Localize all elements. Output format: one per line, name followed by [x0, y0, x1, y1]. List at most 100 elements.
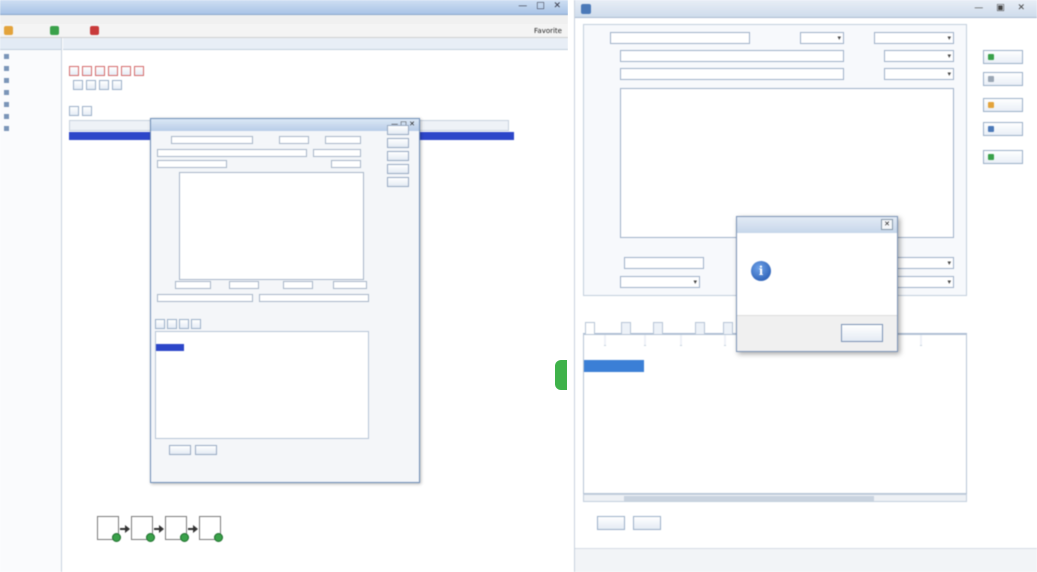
- flow-step[interactable]: [199, 516, 223, 542]
- dialog-side-button[interactable]: [387, 164, 409, 174]
- check-icon: [146, 533, 155, 542]
- dialog-bottom-button[interactable]: [169, 445, 191, 455]
- place-field[interactable]: [620, 68, 844, 80]
- table-row[interactable]: [584, 361, 966, 371]
- dialog-side-button[interactable]: [387, 125, 409, 135]
- filter-button[interactable]: [73, 80, 83, 90]
- recorder-field[interactable]: [229, 281, 259, 289]
- action-button[interactable]: [69, 66, 79, 76]
- filter-button[interactable]: [86, 80, 96, 90]
- filter-button[interactable]: [99, 80, 109, 90]
- owner-select[interactable]: [884, 68, 954, 80]
- start-date[interactable]: [620, 276, 700, 288]
- side-action-button[interactable]: [983, 50, 1023, 64]
- table-row[interactable]: [584, 400, 966, 410]
- table-row[interactable]: [584, 426, 966, 436]
- sidebar-item[interactable]: [0, 110, 61, 122]
- sidebar-item[interactable]: [0, 50, 61, 62]
- left-window-controls[interactable]: — □ ✕: [518, 1, 564, 11]
- flow-step[interactable]: [165, 516, 189, 542]
- dialog-side-button[interactable]: [387, 177, 409, 187]
- side-action-button[interactable]: [983, 122, 1023, 136]
- detail-tab[interactable]: [653, 322, 663, 334]
- end-date[interactable]: [333, 281, 367, 289]
- action-button[interactable]: [95, 66, 105, 76]
- right-window-controls[interactable]: — ▣ ✕: [974, 3, 1030, 13]
- grid-column-header: [680, 335, 682, 346]
- flow-step[interactable]: [131, 516, 155, 542]
- dept-select[interactable]: [313, 149, 361, 157]
- table-row[interactable]: [584, 439, 966, 449]
- dialog-tab[interactable]: [179, 319, 189, 329]
- owner-select[interactable]: [331, 160, 361, 168]
- dialog-tab[interactable]: [191, 319, 201, 329]
- participants-grid: [583, 334, 967, 494]
- name-field[interactable]: [620, 50, 844, 62]
- dialog-side-button[interactable]: [387, 151, 409, 161]
- grid-tabs: [69, 106, 92, 116]
- horizontal-scrollbar[interactable]: [583, 494, 967, 502]
- side-action-button[interactable]: [983, 72, 1023, 86]
- left-title-bar: — □ ✕: [0, 0, 568, 15]
- sidebar-list: [0, 50, 61, 134]
- grid-action-button[interactable]: [633, 516, 661, 530]
- type-select[interactable]: [800, 32, 844, 44]
- grid-action-button[interactable]: [597, 516, 625, 530]
- end-datetime[interactable]: [259, 294, 369, 302]
- dialog-tab[interactable]: [155, 319, 165, 329]
- detail-tab[interactable]: [695, 322, 705, 334]
- status-select[interactable]: [874, 32, 954, 44]
- status-select[interactable]: [325, 136, 361, 144]
- dept-select[interactable]: [884, 50, 954, 62]
- number-field[interactable]: [171, 136, 253, 144]
- host-field[interactable]: [624, 257, 704, 269]
- type-select[interactable]: [279, 136, 309, 144]
- folder-icon: [4, 113, 9, 119]
- content-text[interactable]: [179, 172, 364, 280]
- grid-tab[interactable]: [69, 106, 79, 116]
- detail-tab[interactable]: [723, 322, 733, 334]
- number-field[interactable]: [610, 32, 750, 44]
- message-box-title-bar: ✕: [737, 217, 897, 233]
- location-field[interactable]: [157, 160, 227, 168]
- action-button[interactable]: [121, 66, 131, 76]
- start-datetime[interactable]: [157, 294, 253, 302]
- grid-selection: [156, 344, 184, 351]
- dialog-side-button[interactable]: [387, 138, 409, 148]
- sidebar-item[interactable]: [0, 74, 61, 86]
- refresh-button[interactable]: [4, 26, 15, 35]
- folder-icon: [4, 101, 9, 107]
- table-row[interactable]: [584, 413, 966, 423]
- green-side-tab[interactable]: [555, 360, 567, 390]
- sidebar-item[interactable]: [0, 98, 61, 110]
- table-row[interactable]: [584, 452, 966, 462]
- close-icon[interactable]: ✕: [881, 219, 893, 230]
- grid-tab[interactable]: [82, 106, 92, 116]
- detail-tab[interactable]: [585, 322, 595, 334]
- new-button[interactable]: [50, 26, 61, 35]
- start-date[interactable]: [283, 281, 313, 289]
- table-row[interactable]: [584, 374, 966, 384]
- host-field[interactable]: [175, 281, 211, 289]
- scroll-thumb[interactable]: [624, 496, 874, 501]
- delete-button[interactable]: [90, 26, 101, 35]
- side-action-button[interactable]: [983, 98, 1023, 112]
- sidebar-item[interactable]: [0, 122, 61, 134]
- side-action-button[interactable]: [983, 150, 1023, 164]
- sidebar-item[interactable]: [0, 62, 61, 74]
- new-icon: [50, 26, 59, 35]
- table-row[interactable]: [584, 387, 966, 397]
- refresh-icon: [4, 26, 13, 35]
- detail-tab[interactable]: [621, 322, 631, 334]
- action-button[interactable]: [108, 66, 118, 76]
- action-button[interactable]: [134, 66, 144, 76]
- filter-button[interactable]: [112, 80, 122, 90]
- ok-button[interactable]: [841, 324, 883, 342]
- dialog-bottom-button[interactable]: [195, 445, 217, 455]
- flow-step[interactable]: [97, 516, 121, 542]
- name-field[interactable]: [157, 149, 307, 157]
- favorites-link[interactable]: Favorite: [534, 27, 562, 35]
- action-button[interactable]: [82, 66, 92, 76]
- dialog-tab[interactable]: [167, 319, 177, 329]
- sidebar-item[interactable]: [0, 86, 61, 98]
